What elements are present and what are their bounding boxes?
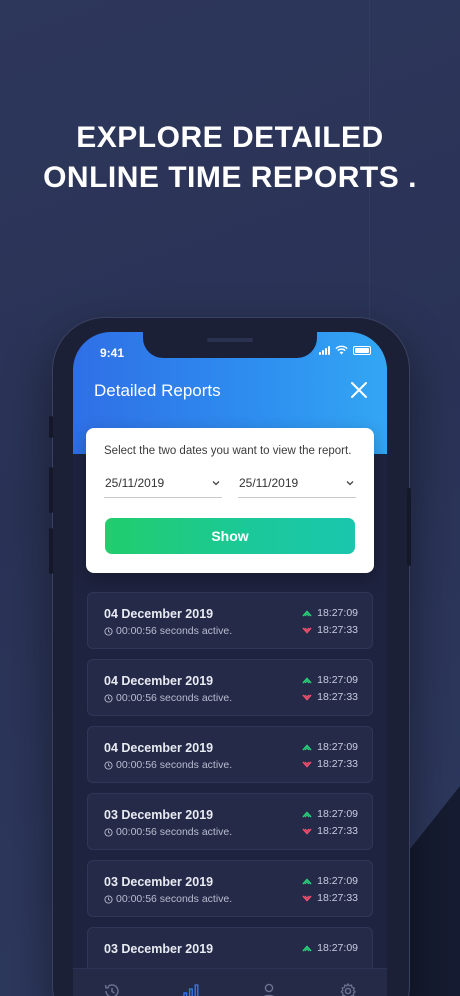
report-date: 04 December 2019 (104, 607, 214, 621)
report-end-time: 18:27:33 (302, 758, 358, 770)
report-date: 04 December 2019 (104, 674, 214, 688)
status-icons (319, 345, 371, 355)
close-icon[interactable] (349, 380, 369, 400)
clock-icon (104, 894, 113, 904)
bar-chart-icon[interactable] (182, 982, 200, 996)
active-duration-text: 00:00:56 seconds active. (116, 893, 233, 905)
active-duration-text: 00:00:56 seconds active. (116, 759, 233, 771)
arrow-up-icon (302, 810, 312, 817)
promo-headline: EXPLORE DETAILED ONLINE TIME REPORTS . (0, 118, 460, 198)
start-date-select[interactable]: 25/11/2019 (104, 472, 222, 498)
end-time-text: 18:27:33 (317, 892, 358, 904)
active-duration-text: 00:00:56 seconds active. (116, 625, 233, 637)
report-end-time: 18:27:33 (302, 825, 358, 837)
start-time-text: 18:27:09 (317, 674, 358, 686)
arrow-down-icon (302, 895, 312, 902)
report-row[interactable]: 04 December 2019 00:00:56 seconds active.… (87, 592, 373, 649)
arrow-up-icon (302, 877, 312, 884)
headline-line-1: EXPLORE DETAILED (76, 121, 384, 154)
active-duration-text: 00:00:56 seconds active. (116, 826, 233, 838)
gear-icon[interactable] (339, 982, 357, 996)
end-time-text: 18:27:33 (317, 825, 358, 837)
start-time-text: 18:27:09 (317, 607, 358, 619)
start-date-value: 25/11/2019 (105, 476, 165, 490)
battery-icon (353, 346, 371, 355)
end-time-text: 18:27:33 (317, 758, 358, 770)
report-row[interactable]: 04 December 2019 00:00:56 seconds active.… (87, 659, 373, 716)
report-active-duration: 00:00:56 seconds active. (104, 893, 232, 905)
report-row[interactable]: 03 December 2019 00:00:56 seconds active.… (87, 860, 373, 917)
start-time-text: 18:27:09 (317, 741, 358, 753)
phone-volume-down (49, 528, 53, 574)
arrow-down-icon (302, 694, 312, 701)
wifi-icon (335, 345, 348, 355)
report-start-time: 18:27:09 (302, 942, 358, 954)
clock-icon (104, 626, 113, 636)
report-end-time: 18:27:33 (302, 691, 358, 703)
report-active-duration: 00:00:56 seconds active. (104, 692, 232, 704)
bottom-tab-bar (73, 968, 387, 996)
history-icon[interactable] (103, 982, 121, 996)
report-start-time: 18:27:09 (302, 674, 358, 686)
phone-mute-switch (49, 416, 53, 438)
clock-icon (104, 760, 113, 770)
report-list: 04 December 2019 00:00:56 seconds active.… (87, 592, 373, 994)
date-range-prompt: Select the two dates you want to view th… (104, 445, 352, 457)
phone-volume-up (49, 467, 53, 513)
report-start-time: 18:27:09 (302, 607, 358, 619)
report-date: 03 December 2019 (104, 875, 214, 889)
report-row[interactable]: 03 December 2019 00:00:56 seconds active.… (87, 793, 373, 850)
end-time-text: 18:27:33 (317, 691, 358, 703)
notch-speaker (207, 338, 253, 342)
page-title: Detailed Reports (94, 381, 221, 400)
end-date-value: 25/11/2019 (239, 476, 299, 490)
report-active-duration: 00:00:56 seconds active. (104, 826, 232, 838)
end-date-select[interactable]: 25/11/2019 (238, 472, 356, 498)
status-time: 9:41 (100, 346, 125, 360)
headline-line-2: ONLINE TIME REPORTS . (43, 161, 417, 194)
report-active-duration: 00:00:56 seconds active. (104, 625, 232, 637)
start-time-text: 18:27:09 (317, 808, 358, 820)
report-date: 03 December 2019 (104, 942, 214, 956)
report-end-time: 18:27:33 (302, 624, 358, 636)
report-end-time: 18:27:33 (302, 892, 358, 904)
user-icon[interactable] (260, 982, 278, 996)
phone-power-button (407, 488, 411, 566)
show-button[interactable]: Show (105, 518, 355, 554)
report-start-time: 18:27:09 (302, 875, 358, 887)
clock-icon (104, 693, 113, 703)
report-start-time: 18:27:09 (302, 741, 358, 753)
end-time-text: 18:27:33 (317, 624, 358, 636)
arrow-down-icon (302, 627, 312, 634)
arrow-up-icon (302, 743, 312, 750)
report-row[interactable]: 04 December 2019 00:00:56 seconds active.… (87, 726, 373, 783)
chevron-down-icon (212, 481, 220, 486)
arrow-down-icon (302, 828, 312, 835)
active-duration-text: 00:00:56 seconds active. (116, 692, 233, 704)
report-active-duration: 00:00:56 seconds active. (104, 759, 232, 771)
signal-icon (319, 346, 330, 355)
report-start-time: 18:27:09 (302, 808, 358, 820)
start-time-text: 18:27:09 (317, 875, 358, 887)
arrow-up-icon (302, 609, 312, 616)
start-time-text: 18:27:09 (317, 942, 358, 954)
arrow-up-icon (302, 944, 312, 951)
phone-notch (143, 332, 317, 358)
phone-screen: 9:41 Detailed Reports Select the two dat… (73, 332, 387, 996)
arrow-up-icon (302, 676, 312, 683)
chevron-down-icon (346, 481, 354, 486)
report-date: 03 December 2019 (104, 808, 214, 822)
clock-icon (104, 827, 113, 837)
date-range-card: Select the two dates you want to view th… (86, 428, 374, 573)
arrow-down-icon (302, 761, 312, 768)
report-date: 04 December 2019 (104, 741, 214, 755)
